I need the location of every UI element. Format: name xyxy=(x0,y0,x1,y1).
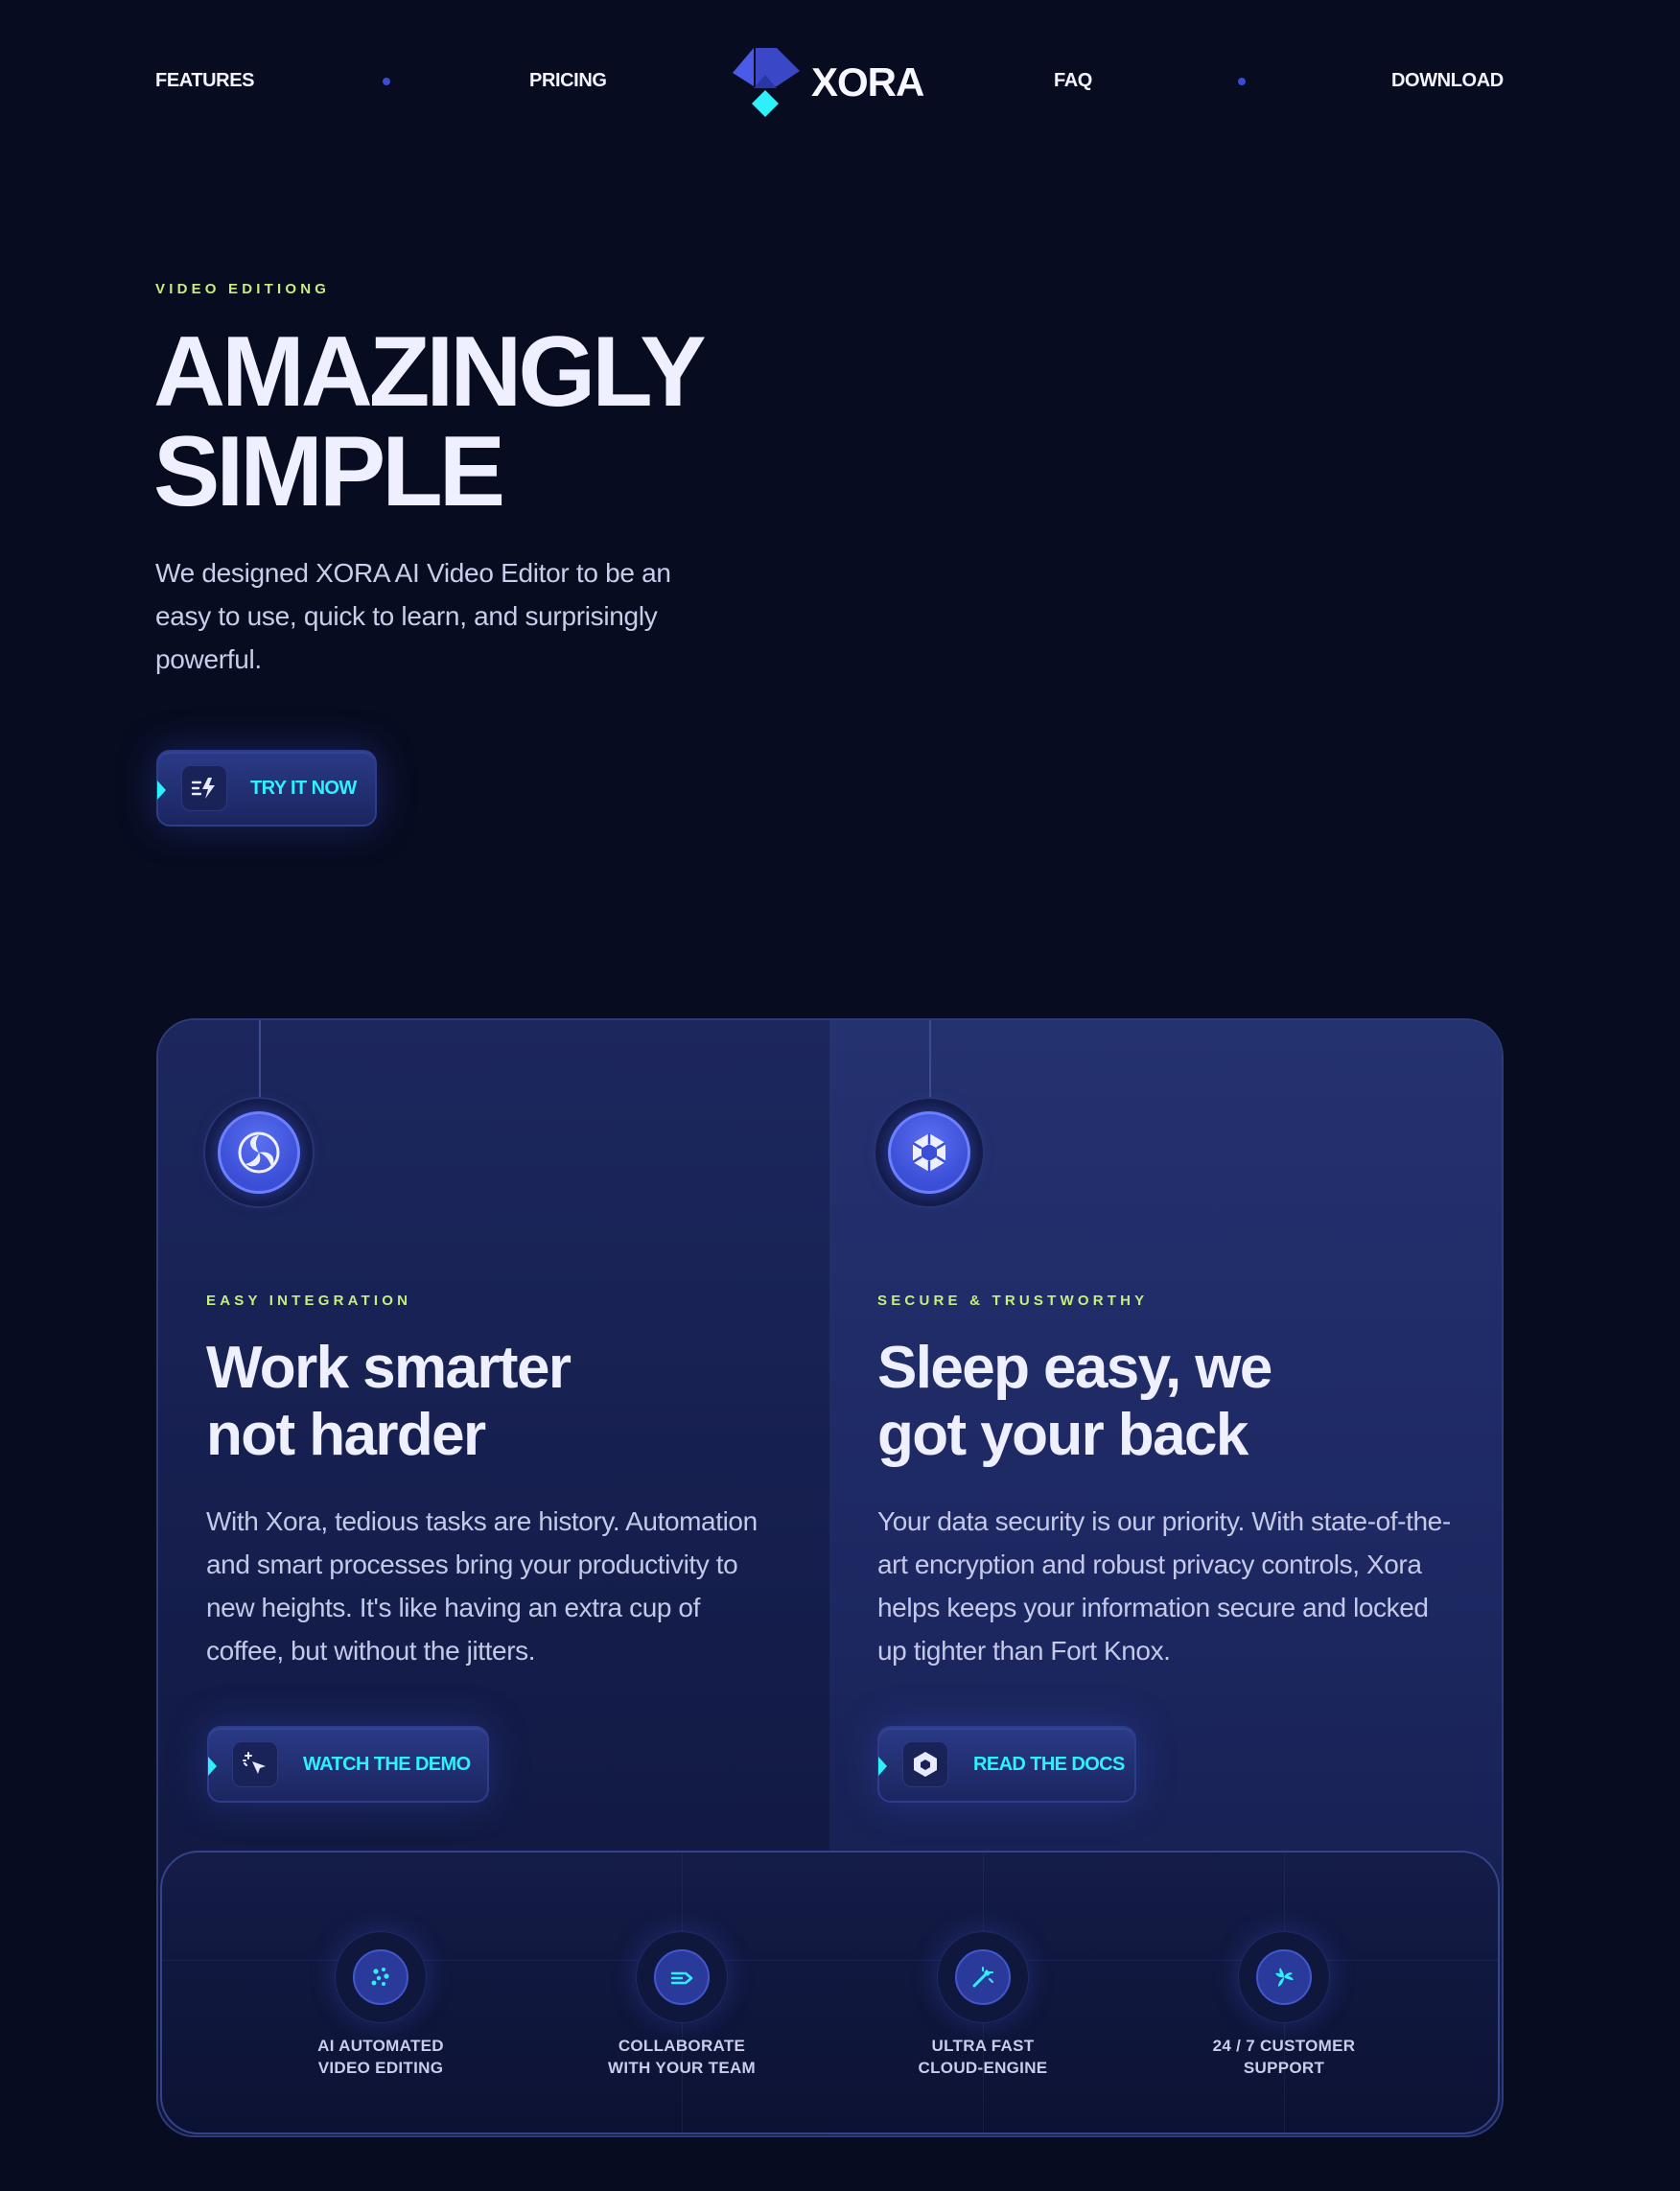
detail-label: 24 / 7 customer support xyxy=(1188,2035,1380,2079)
feature-text: With Xora, tedious tasks are history. Au… xyxy=(206,1506,758,1666)
feature-orb xyxy=(874,1097,985,1208)
shield-hex-icon xyxy=(888,1111,970,1194)
ai-sparkle-icon xyxy=(353,1949,408,2005)
button-notch xyxy=(157,781,166,800)
feature-title-line: got your back xyxy=(877,1402,1248,1468)
nav-separator-dot xyxy=(383,78,390,85)
detail-label-line: Ultra fast xyxy=(931,2037,1035,2055)
detail-label-line: cloud-engine xyxy=(918,2059,1048,2077)
read-the-docs-label: Read the docs xyxy=(973,1753,1125,1775)
detail-label-line: AI automated xyxy=(317,2037,444,2055)
support-spin-icon xyxy=(1256,1949,1312,2005)
detail-label-line: support xyxy=(1243,2059,1325,2077)
detail-orb xyxy=(937,1931,1029,2023)
top-navigation: Features Pricing XORA FAQ Download xyxy=(155,48,1504,117)
nav-link-faq[interactable]: FAQ xyxy=(1054,70,1092,92)
detail-orb xyxy=(1238,1931,1330,2023)
docs-hex-icon xyxy=(902,1741,948,1787)
button-notch xyxy=(208,1757,217,1776)
hero-title: Amazingly Simple xyxy=(153,322,882,522)
feature-details-strip: AI automated video editing Collaborate w… xyxy=(160,1851,1500,2134)
feature-eyebrow: Secure & Trustworthy xyxy=(877,1293,1149,1309)
button-notch xyxy=(878,1757,887,1776)
watch-the-demo-button[interactable]: Watch the demo xyxy=(207,1726,489,1803)
panel-connector-line xyxy=(259,1020,261,1108)
magic-cursor-icon xyxy=(232,1741,278,1787)
feature-title: Sleep easy, we got your back xyxy=(877,1335,1472,1469)
nav-link-features[interactable]: Features xyxy=(155,70,255,92)
detail-label-line: with your team xyxy=(607,2059,757,2077)
try-it-now-button[interactable]: Try it now xyxy=(156,750,377,827)
feature-eyebrow: Easy integration xyxy=(206,1293,412,1309)
read-the-docs-button[interactable]: Read the docs xyxy=(877,1726,1136,1803)
detail-label: AI automated video editing xyxy=(285,2035,477,2079)
swirl-icon xyxy=(218,1111,300,1194)
detail-item: 24 / 7 customer support xyxy=(1188,1931,1380,2079)
feature-text: Your data security is our priority. With… xyxy=(877,1506,1451,1666)
detail-item: Ultra fast cloud-engine xyxy=(887,1931,1079,2079)
features-card: Easy integration Work smarter not harder… xyxy=(156,1018,1504,2137)
feature-title: Work smarter not harder xyxy=(206,1335,801,1469)
detail-item: Collaborate with your team xyxy=(586,1931,778,2079)
feature-orb xyxy=(203,1097,315,1208)
detail-label: Collaborate with your team xyxy=(586,2035,778,2079)
feature-title-line: Work smarter xyxy=(206,1335,572,1401)
detail-label-line: video editing xyxy=(317,2059,444,2077)
xora-logo-icon xyxy=(733,48,800,117)
hero-description: We designed XORA AI Video Editor to be a… xyxy=(155,558,671,674)
nav-link-download[interactable]: Download xyxy=(1391,70,1504,92)
watch-the-demo-label: Watch the demo xyxy=(303,1753,471,1775)
detail-label: Ultra fast cloud-engine xyxy=(887,2035,1079,2079)
panel-connector-line xyxy=(929,1020,931,1108)
rocket-wand-icon xyxy=(955,1949,1011,2005)
logo-text: XORA xyxy=(811,59,924,105)
hero-title-line: Amazingly xyxy=(153,316,707,428)
feature-title-line: not harder xyxy=(206,1402,486,1468)
logo[interactable]: XORA xyxy=(733,48,944,117)
detail-label-line: Collaborate xyxy=(618,2037,746,2055)
zap-icon xyxy=(181,765,227,811)
hero-eyebrow: Video Editiong xyxy=(155,281,331,297)
collaborate-arrows-icon xyxy=(654,1949,710,2005)
hero-title-line: Simple xyxy=(153,416,505,527)
detail-item: AI automated video editing xyxy=(285,1931,477,2079)
detail-orb xyxy=(636,1931,728,2023)
nav-link-pricing[interactable]: Pricing xyxy=(529,70,607,92)
detail-label-line: 24 / 7 customer xyxy=(1212,2037,1356,2055)
nav-separator-dot xyxy=(1238,78,1246,85)
try-it-now-label: Try it now xyxy=(250,777,357,799)
detail-orb xyxy=(335,1931,427,2023)
feature-title-line: Sleep easy, we xyxy=(877,1335,1272,1401)
